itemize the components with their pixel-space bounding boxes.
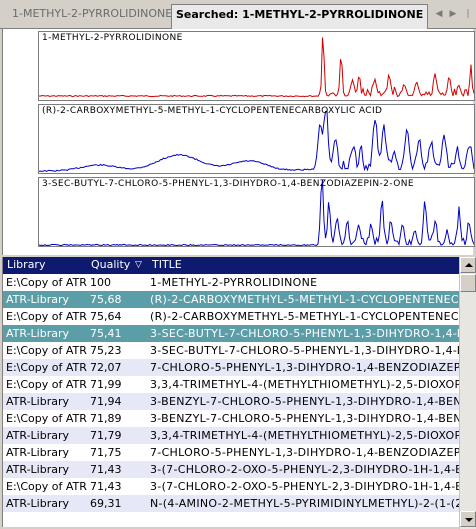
cell-library: E:\Copy of ATR — [6, 378, 87, 391]
cell-quality: 75,68 — [90, 293, 122, 306]
table-row[interactable]: ATR-Library 71,75 7-CHLORO-5-PHENYL-1,3-DI… — [3, 444, 460, 461]
table-row[interactable]: E:\Copy of ATR 100 1-METHYL-2-PYRROLIDINON… — [3, 274, 460, 291]
cell-quality: 71,75 — [90, 446, 122, 459]
cell-title: 3-BENZYL-7-CHLORO-5-PHENYL-1,3-DIHYDRO-1… — [150, 412, 460, 425]
table-row[interactable]: E:\Copy of ATR 72,07 7-CHLORO-5-PHENYL-1,3… — [3, 359, 460, 376]
cell-library: ATR-Library — [6, 446, 70, 459]
table-row[interactable]: E:\Copy of ATR 71,99 3,3,4-TRIMETHYL-4-(ME… — [3, 376, 460, 393]
cell-quality: 100 — [90, 276, 111, 289]
cell-title: (R)-2-CARBOXYMETHYL-5-METHYL-1-CYCLOPENT… — [150, 293, 460, 306]
table-row[interactable]: E:\Copy of ATR 71,89 3-BENZYL-7-CHLORO-5-P… — [3, 410, 460, 427]
cell-quality: 71,43 — [90, 463, 122, 476]
cell-title: 3-(7-CHLORO-2-OXO-5-PHENYL-2,3-DIHYDRO-1… — [150, 463, 460, 476]
cell-title: N-(4-AMINO-2-METHYL-5-PYRIMIDINYLMETHYL)… — [150, 497, 460, 510]
cell-title: 3-(7-CHLORO-2-OXO-5-PHENYL-2,3-DIHYDRO-1… — [150, 480, 460, 493]
table-row[interactable]: E:\Copy of ATR 71,43 3-(7-CHLORO-2-OXO-5-P… — [3, 478, 460, 495]
pipe-icon[interactable]: | — [463, 8, 473, 20]
tab-search-results[interactable]: Searched: 1-METHYL-2-PYRROLIDINONE — [171, 4, 429, 29]
cell-quality: 69,31 — [90, 497, 122, 510]
triangle-right-icon[interactable]: ▶ — [448, 8, 458, 20]
cell-library: ATR-Library — [6, 293, 70, 306]
cell-library: ATR-Library — [6, 497, 70, 510]
cell-quality: 71,94 — [90, 395, 122, 408]
table-row[interactable]: ATR-Library 71,94 3-BENZYL-7-CHLORO-5-PHEN… — [3, 393, 460, 410]
cell-title: 3,3,4-TRIMETHYL-4-(METHYLTHIOMETHYL)-2,5… — [150, 429, 460, 442]
cell-library: ATR-Library — [6, 429, 70, 442]
table-row[interactable]: ATR-Library 71,43 3-(7-CHLORO-2-OXO-5-PHEN… — [3, 461, 460, 478]
cell-library: ATR-Library — [6, 327, 70, 340]
sort-down-icon[interactable]: ▽ — [135, 260, 142, 270]
cell-library: ATR-Library — [6, 463, 70, 476]
scroll-down-arrow-icon[interactable] — [460, 511, 476, 527]
cell-library: E:\Copy of ATR — [6, 276, 87, 289]
column-header-title[interactable]: TITLE — [152, 258, 182, 271]
cell-title: 1-METHYL-2-PYRROLIDINONE — [150, 276, 318, 289]
cell-quality: 72,07 — [90, 361, 122, 374]
table-row[interactable]: E:\Copy of ATR 75,23 3-SEC-BUTYL-7-CHLORO-… — [3, 342, 460, 359]
cell-quality: 71,99 — [90, 378, 122, 391]
cell-quality: 71,79 — [90, 429, 122, 442]
column-header-library[interactable]: Library — [7, 258, 45, 271]
cell-library: ATR-Library — [6, 395, 70, 408]
spectra-view: 1-METHYL-2-PYRROLIDINONE (R)-2-CARBOXYME… — [2, 29, 475, 255]
cell-title: 3,3,4-TRIMETHYL-4-(METHYLTHIOMETHYL)-2,5… — [150, 378, 460, 391]
cell-quality: 71,89 — [90, 412, 122, 425]
cell-title: 7-CHLORO-5-PHENYL-1,3-DIHYDRO-1,4-BENZOD… — [150, 446, 460, 459]
cell-quality: 71,43 — [90, 480, 122, 493]
cell-title: 3-SEC-BUTYL-7-CHLORO-5-PHENYL-1,3-DIHYDR… — [150, 344, 460, 357]
spectrum-panel-hit-1[interactable]: (R)-2-CARBOXYMETHYL-5-METHYL-1-CYCLOPENT… — [38, 104, 475, 174]
results-table: Library Quality ▽ TITLE E:\Copy of ATR 10… — [2, 257, 460, 527]
cell-library: E:\Copy of ATR — [6, 480, 87, 493]
cell-quality: 75,41 — [90, 327, 122, 340]
column-header-quality[interactable]: Quality — [91, 258, 130, 271]
spectrum-title: (R)-2-CARBOXYMETHYL-5-METHYL-1-CYCLOPENT… — [42, 106, 383, 116]
cell-quality: 75,23 — [90, 344, 122, 357]
triangle-left-icon[interactable]: ◀ — [434, 8, 444, 20]
spectrum-panel-reference[interactable]: 1-METHYL-2-PYRROLIDINONE — [38, 31, 475, 101]
cell-title: 7-CHLORO-5-PHENYL-1,3-DIHYDRO-1,4-BENZOD… — [150, 361, 460, 374]
cell-quality: 75,64 — [90, 310, 122, 323]
scrollbar-thumb[interactable] — [460, 274, 476, 292]
table-row[interactable]: ATR-Library 75,68 (R)-2-CARBOXYMETHYL-5-ME… — [3, 291, 460, 308]
vertical-scrollbar[interactable] — [459, 257, 476, 529]
cell-library: E:\Copy of ATR — [6, 361, 87, 374]
cell-library: E:\Copy of ATR — [6, 344, 87, 357]
tab-reference-spectrum[interactable]: 1-METHYL-2-PYRROLIDINONE — [6, 4, 178, 26]
table-row[interactable]: ATR-Library 71,79 3,3,4-TRIMETHYL-4-(METHY… — [3, 427, 460, 444]
cell-title: 3-BENZYL-7-CHLORO-5-PHENYL-1,3-DIHYDRO-1… — [150, 395, 460, 408]
cell-title: (R)-2-CARBOXYMETHYL-5-METHYL-1-CYCLOPENT… — [150, 310, 460, 323]
cell-library: E:\Copy of ATR — [6, 412, 87, 425]
spectrum-panel-hit-2[interactable]: 3-SEC-BUTYL-7-CHLORO-5-PHENYL-1,3-DIHYDR… — [38, 177, 475, 247]
tab-bar: 1-METHYL-2-PYRROLIDINONE Searched: 1-MET… — [0, 0, 476, 29]
table-header: Library Quality ▽ TITLE — [3, 257, 460, 274]
table-row[interactable]: E:\Copy of ATR 75,64 (R)-2-CARBOXYMETHYL-5… — [3, 308, 460, 325]
spectrum-title: 3-SEC-BUTYL-7-CHLORO-5-PHENYL-1,3-DIHYDR… — [42, 179, 414, 189]
table-row[interactable]: ATR-Library 75,41 3-SEC-BUTYL-7-CHLORO-5-P… — [3, 325, 460, 342]
table-row[interactable]: ATR-Library 69,31 N-(4-AMINO-2-METHYL-5-PY… — [3, 495, 460, 512]
cell-title: 3-SEC-BUTYL-7-CHLORO-5-PHENYL-1,3-DIHYDR… — [150, 327, 460, 340]
scroll-up-arrow-icon[interactable] — [460, 257, 476, 273]
spectrum-title: 1-METHYL-2-PYRROLIDINONE — [42, 33, 183, 43]
cell-library: E:\Copy of ATR — [6, 310, 87, 323]
